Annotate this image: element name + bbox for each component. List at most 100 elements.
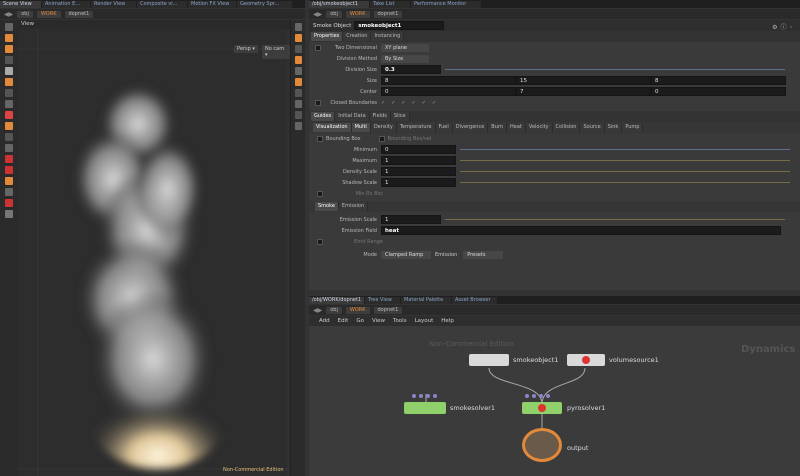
handle-tool-icon[interactable]: [5, 89, 13, 97]
tab-scene-view[interactable]: Scene View: [0, 1, 41, 8]
menu-add[interactable]: Add: [319, 318, 330, 324]
closed-toggles[interactable]: ✓✓✓✓✓✓: [381, 100, 442, 106]
menu-edit[interactable]: Edit: [338, 318, 349, 324]
tab-smokeobject-params[interactable]: /obj/smokeobject1: [309, 1, 369, 8]
shscale-field[interactable]: 1: [381, 178, 456, 187]
tab-visualization[interactable]: Visualization: [313, 123, 352, 132]
tab-smoke[interactable]: Smoke: [315, 202, 339, 211]
menu-layout[interactable]: Layout: [415, 318, 434, 324]
emscale-slider[interactable]: [445, 219, 785, 220]
path-obj-right[interactable]: obj: [326, 10, 342, 18]
net-nav-arrow-icon[interactable]: ◀▶: [313, 307, 322, 314]
tab-slice[interactable]: Slice: [390, 112, 410, 121]
tab-asset-browser[interactable]: Asset Browser: [452, 297, 497, 304]
rotate-tool-icon[interactable]: [5, 45, 13, 53]
ghost-icon[interactable]: [294, 56, 302, 64]
tab-creation[interactable]: Creation: [343, 32, 372, 41]
path-node-right[interactable]: dopnet1: [373, 10, 403, 18]
points-icon[interactable]: [294, 67, 302, 75]
smokesolver-node[interactable]: [404, 402, 446, 414]
camera-dropdown[interactable]: No cam ▾: [262, 45, 290, 59]
max-slider[interactable]: [460, 160, 790, 161]
tab-emission[interactable]: Emission: [338, 202, 369, 211]
tab-material-palette[interactable]: Material Palette: [401, 297, 451, 304]
two-dim-dropdown[interactable]: XY plane: [381, 43, 429, 52]
tab-initial-data[interactable]: Initial Data: [335, 112, 370, 121]
smokeobject-node[interactable]: [469, 354, 509, 366]
tab-burn[interactable]: Burn: [488, 123, 508, 132]
tab-heat[interactable]: Heat: [507, 123, 526, 132]
tab-pump[interactable]: Pump: [622, 123, 644, 132]
net-path-node[interactable]: dopnet1: [373, 306, 403, 314]
display-options-icon[interactable]: [294, 23, 302, 31]
guide-icon[interactable]: [294, 111, 302, 119]
shscale-slider[interactable]: [460, 182, 790, 183]
net-path-network[interactable]: WORK: [345, 306, 370, 314]
tab-performance-monitor[interactable]: Performance Monitor: [411, 1, 481, 8]
tab-network-path[interactable]: /obj/WORK/dopnet1: [309, 297, 364, 304]
select-tool-icon[interactable]: [5, 23, 13, 31]
menu-view[interactable]: View: [372, 318, 385, 324]
emscale-field[interactable]: 1: [381, 215, 441, 224]
pyrosolver-node[interactable]: [522, 402, 562, 414]
bbox-checkbox[interactable]: [317, 135, 323, 142]
normals-icon[interactable]: [294, 89, 302, 97]
wireframe-icon[interactable]: [294, 45, 302, 53]
magnet-icon[interactable]: [5, 199, 13, 207]
size-y-field[interactable]: 15: [516, 76, 651, 85]
tab-render-view[interactable]: Render View: [91, 1, 136, 8]
tab-fields[interactable]: Fields: [369, 112, 391, 121]
render-icon[interactable]: [5, 111, 13, 119]
viewport[interactable]: View Persp ▾ No cam ▾ Non-Commercial Edi…: [18, 20, 290, 476]
tab-composite-view[interactable]: Composite vi...: [137, 1, 187, 8]
emfield-field[interactable]: heat: [381, 226, 781, 235]
network-canvas[interactable]: Dynamics Non-Commercial Edition smokeobj…: [309, 326, 800, 476]
menu-tools[interactable]: Tools: [393, 318, 407, 324]
bbox2-checkbox[interactable]: [378, 135, 385, 142]
tab-instancing[interactable]: Instancing: [371, 32, 405, 41]
nav-arrow-icon[interactable]: ◀▶: [313, 11, 322, 18]
scale-tool-icon[interactable]: [5, 56, 13, 64]
lights-icon[interactable]: [294, 78, 302, 86]
path-network[interactable]: WORK: [36, 10, 61, 18]
tab-guides[interactable]: Guides: [311, 112, 336, 121]
move-tool-icon[interactable]: [5, 34, 13, 42]
tab-velocity[interactable]: Velocity: [525, 123, 553, 132]
persp-dropdown[interactable]: Persp ▾: [234, 45, 258, 53]
path-obj[interactable]: obj: [17, 10, 33, 18]
sun-icon[interactable]: [5, 177, 13, 185]
path-node[interactable]: dopnet1: [64, 10, 94, 18]
view-tool-icon[interactable]: [5, 133, 13, 141]
min-field[interactable]: 0: [381, 145, 456, 154]
tab-collision[interactable]: Collision: [552, 123, 581, 132]
pose-tool-icon[interactable]: [5, 67, 13, 75]
flipbook-icon[interactable]: [5, 144, 13, 152]
pane-tools-icon[interactable]: ⚙ⓘ◦: [772, 22, 796, 31]
snap-icon[interactable]: [5, 100, 13, 108]
center-x-field[interactable]: 0: [381, 87, 516, 96]
tab-animation-editor[interactable]: Animation E...: [42, 1, 90, 8]
size-x-field[interactable]: 8: [381, 76, 516, 85]
bowl-icon[interactable]: [5, 210, 13, 218]
tab-source[interactable]: Source: [580, 123, 605, 132]
record-icon[interactable]: [5, 155, 13, 163]
tab-properties[interactable]: Properties: [311, 32, 344, 41]
camera-tool-icon[interactable]: [5, 122, 13, 130]
display-icon[interactable]: [5, 188, 13, 196]
tab-take-list[interactable]: Take List: [370, 1, 410, 8]
tab-temperature[interactable]: Temperature: [396, 123, 436, 132]
div-method-dropdown[interactable]: By Size: [381, 54, 429, 63]
volumesource-node[interactable]: [567, 354, 605, 366]
tab-tree-view[interactable]: Tree View: [365, 297, 400, 304]
dscale-slider[interactable]: [460, 171, 790, 172]
lock-icon[interactable]: [5, 78, 13, 86]
tab-divergence[interactable]: Divergence: [452, 123, 489, 132]
tab-motion-fx-view[interactable]: Motion FX View: [188, 1, 236, 8]
menu-go[interactable]: Go: [356, 318, 364, 324]
grid-icon[interactable]: [294, 122, 302, 130]
div-size-slider[interactable]: [445, 69, 785, 70]
menu-help[interactable]: Help: [441, 318, 454, 324]
dscale-field[interactable]: 1: [381, 167, 456, 176]
node-name-field[interactable]: smokeobject1: [354, 21, 445, 30]
tab-geometry-spreadsheet[interactable]: Geometry Spr...: [237, 1, 292, 8]
